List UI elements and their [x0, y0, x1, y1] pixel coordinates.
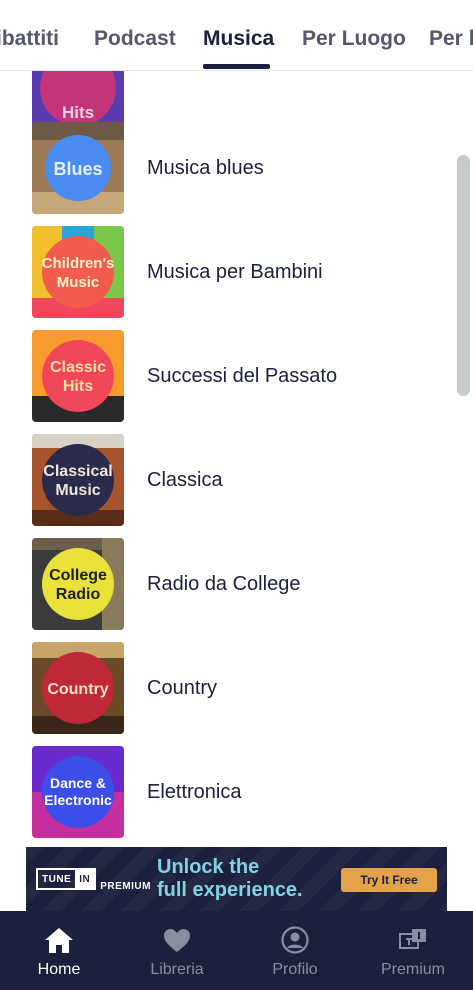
genre-thumbnail: Dance & Electronic — [32, 746, 124, 838]
thumb-text: Country — [47, 681, 108, 698]
premium-icon — [399, 929, 426, 949]
banner-headline: Unlock the full experience. — [157, 856, 303, 902]
banner-headline-line1: Unlock the — [157, 856, 260, 878]
blues-artwork: Blues — [32, 122, 124, 214]
premium-banner[interactable]: TUNE IN PREMIUM Unlock the full experien… — [26, 847, 447, 911]
logo-tune-text: TUNE — [42, 873, 72, 885]
tunein-premium-logo: TUNE IN PREMIUM — [36, 868, 151, 892]
classic-hits-artwork: Classic Hits — [32, 330, 124, 422]
nav-premium-label: Premium — [380, 961, 445, 978]
list-item-elettronica[interactable]: Dance & Electronic Elettronica — [0, 743, 473, 846]
home-icon — [45, 928, 73, 953]
college-radio-artwork: College Radio — [32, 538, 124, 630]
list-item-bambini[interactable]: Children's Music Musica per Bambini — [0, 223, 473, 327]
genre-list: Hits Blues Musica blues Children's Music… — [0, 70, 473, 846]
tab-podcast[interactable]: Podcast — [94, 27, 176, 51]
genre-label: Country — [147, 677, 218, 699]
list-item-blues[interactable]: Blues Musica blues — [0, 119, 473, 223]
bottom-navigation: Home Libreria Profilo Premium — [0, 911, 473, 990]
thumb-text: Radio — [56, 586, 101, 603]
banner-headline-line2: full experience. — [157, 879, 303, 901]
genre-label: Classica — [147, 469, 223, 491]
country-artwork: Country — [32, 642, 124, 734]
nav-library[interactable]: Libreria — [118, 911, 236, 990]
scrollbar[interactable] — [457, 155, 470, 396]
genre-label: Radio da College — [147, 573, 301, 595]
genre-thumbnail: College Radio — [32, 538, 124, 630]
genre-label: Successi del Passato — [147, 365, 338, 387]
thumb-text: Children's — [42, 255, 115, 272]
classical-music-artwork: Classical Music — [32, 434, 124, 526]
try-it-free-button[interactable]: Try It Free — [341, 868, 437, 892]
genre-label: Musica per Bambini — [147, 261, 323, 283]
profile-icon — [281, 926, 309, 954]
genre-thumbnail: Blues — [32, 122, 124, 214]
thumb-text: Classic — [50, 359, 106, 376]
tunein-logo-box: TUNE IN — [36, 868, 97, 890]
thumb-text: Electronic — [44, 792, 112, 808]
logo-premium-text: PREMIUM — [100, 880, 151, 892]
heart-icon — [164, 929, 190, 952]
tab-musica[interactable]: Musica — [203, 27, 274, 51]
tab-per-luogo[interactable]: Per Luogo — [302, 27, 406, 51]
thumb-text: Dance & — [50, 775, 106, 791]
category-tabs: ibattiti Podcast Musica Per Luogo Per li — [0, 0, 473, 71]
nav-profile[interactable]: Profilo — [236, 911, 354, 990]
thumb-text: College — [49, 567, 107, 584]
genre-label: Elettronica — [147, 781, 242, 803]
dance-electronic-artwork: Dance & Electronic — [32, 746, 124, 838]
nav-premium[interactable]: Premium — [354, 911, 472, 990]
nav-home-label: Home — [37, 961, 81, 978]
thumb-text: Music — [57, 274, 100, 291]
tab-dibattiti[interactable]: ibattiti — [0, 27, 59, 51]
genre-label: Musica blues — [147, 157, 264, 179]
genre-thumbnail: Children's Music — [32, 226, 124, 318]
list-item-classica[interactable]: Classical Music Classica — [0, 431, 473, 535]
thumb-text: Blues — [53, 159, 102, 179]
thumb-text: Hits — [63, 378, 93, 395]
nav-library-label: Libreria — [150, 961, 204, 978]
tab-per-lingua[interactable]: Per li — [429, 27, 473, 51]
genre-thumbnail: Classic Hits — [32, 330, 124, 422]
active-tab-indicator — [203, 64, 270, 69]
list-item-college[interactable]: College Radio Radio da College — [0, 535, 473, 639]
nav-home[interactable]: Home — [0, 911, 118, 990]
childrens-music-artwork: Children's Music — [32, 226, 124, 318]
thumb-text: Classical — [43, 463, 112, 480]
genre-thumbnail: Classical Music — [32, 434, 124, 526]
genre-thumbnail: Country — [32, 642, 124, 734]
list-item-passato[interactable]: Classic Hits Successi del Passato — [0, 327, 473, 431]
thumb-text: Music — [55, 482, 100, 499]
nav-profile-label: Profilo — [272, 961, 318, 978]
logo-in-text: IN — [75, 870, 95, 888]
list-item-country[interactable]: Country Country — [0, 639, 473, 743]
